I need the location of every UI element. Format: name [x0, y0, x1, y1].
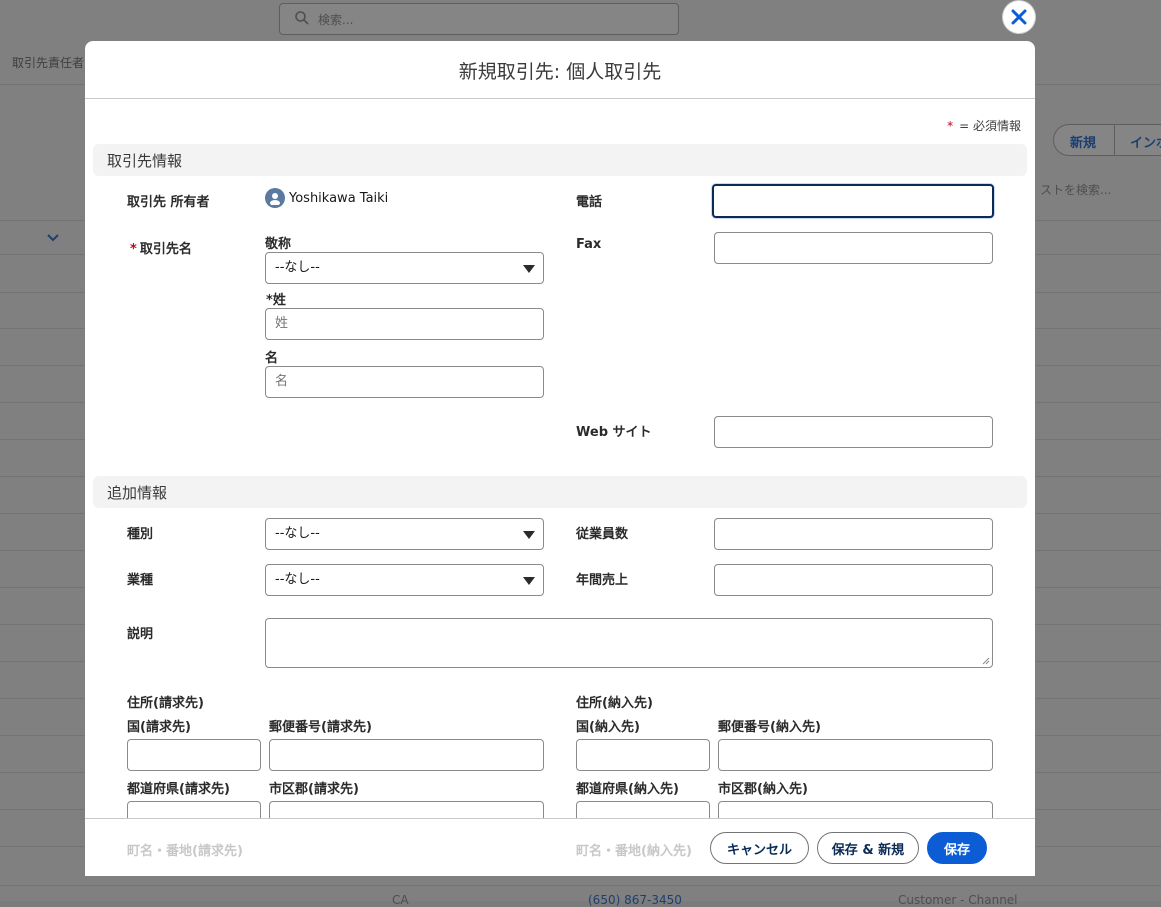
caret-down-icon — [523, 265, 535, 273]
global-search[interactable]: 検索... — [279, 3, 679, 35]
shipping-address-heading: 住所(納入先) — [576, 696, 653, 711]
billing-zip-label: 郵便番号(請求先) — [269, 720, 372, 735]
caret-down-icon — [523, 531, 535, 539]
phone-input[interactable] — [712, 184, 994, 218]
type-select[interactable]: --なし-- — [265, 518, 544, 550]
new-button[interactable]: 新規 — [1070, 132, 1096, 151]
global-header: 検索... — [0, 0, 1161, 42]
shipping-country-label: 国(納入先) — [576, 720, 640, 735]
last-name-label: *姓 — [266, 289, 286, 308]
description-label: 説明 — [127, 627, 154, 642]
chevron-down-icon[interactable] — [46, 228, 60, 247]
shipping-zip-input[interactable] — [718, 739, 993, 771]
website-input[interactable] — [714, 416, 993, 448]
required-star: * — [130, 242, 137, 257]
avatar-icon — [265, 188, 285, 208]
website-label: Web サイト — [576, 425, 652, 440]
last-name-input[interactable]: 姓 — [265, 308, 544, 340]
shipping-city-label: 市区郡(納入先) — [718, 782, 808, 797]
shipping-state-label: 都道府県(納入先) — [576, 782, 679, 797]
background-cell: CA — [392, 893, 409, 907]
revenue-input[interactable] — [714, 564, 993, 596]
shipping-zip-label: 郵便番号(納入先) — [718, 720, 821, 735]
section-title: 取引先情報 — [107, 152, 183, 170]
save-button[interactable]: 保存 — [927, 832, 987, 864]
phone-label: 電話 — [576, 195, 603, 210]
industry-label: 業種 — [127, 573, 154, 588]
type-value: --なし-- — [275, 526, 320, 541]
background-cell: (650) 867-3450 — [588, 893, 682, 907]
divider — [0, 885, 1161, 886]
shipping-country-input[interactable] — [576, 739, 710, 771]
first-name-input[interactable]: 名 — [265, 366, 544, 398]
salutation-label: 敬称 — [265, 237, 292, 252]
fax-input[interactable] — [714, 232, 993, 264]
shipping-street-label: 町名・番地(納入先) — [576, 844, 692, 859]
account-name-label: * 取引先名 — [130, 238, 192, 257]
breadcrumb: 取引先責任者 — [12, 56, 85, 70]
new-account-modal: 新規取引先: 個人取引先 * = 必須情報 取引先情報 取引先 所有者 Yoshi… — [85, 41, 1035, 876]
global-search-placeholder: 検索... — [318, 13, 354, 27]
required-info-note: * = 必須情報 — [947, 117, 1021, 134]
required-note-text: = 必須情報 — [959, 119, 1021, 133]
revenue-label: 年間売上 — [576, 573, 629, 588]
list-button-group: 新規 インポ — [1053, 124, 1161, 156]
close-icon — [1005, 3, 1033, 31]
employees-label: 従業員数 — [576, 527, 629, 542]
required-star: * — [947, 119, 954, 133]
modal-title: 新規取引先: 個人取引先 — [458, 61, 662, 83]
salutation-value: --なし-- — [275, 260, 320, 275]
background-cell: Customer - Channel — [898, 893, 1018, 907]
account-name-label-text: 取引先名 — [139, 242, 192, 257]
billing-country-input[interactable] — [127, 739, 261, 771]
first-name-label: 名 — [265, 351, 279, 366]
owner-value: Yoshikawa Taiki — [265, 188, 388, 208]
billing-zip-input[interactable] — [269, 739, 544, 771]
cancel-button[interactable]: キャンセル — [710, 832, 809, 864]
required-star: * — [266, 293, 273, 308]
save-and-new-button[interactable]: 保存 & 新規 — [817, 832, 919, 864]
list-search-placeholder[interactable]: ストを検索... — [1030, 176, 1161, 204]
fax-label: Fax — [576, 237, 602, 252]
section-title: 追加情報 — [107, 484, 168, 502]
search-icon — [294, 10, 310, 30]
caret-down-icon — [523, 577, 535, 585]
billing-country-label: 国(請求先) — [127, 720, 191, 735]
owner-name[interactable]: Yoshikawa Taiki — [289, 191, 388, 206]
billing-city-label: 市区郡(請求先) — [269, 782, 359, 797]
billing-street-label: 町名・番地(請求先) — [127, 844, 243, 859]
industry-value: --なし-- — [275, 572, 320, 587]
modal-footer: 町名・番地(請求先) 町名・番地(納入先) キャンセル 保存 & 新規 保存 — [85, 818, 1035, 876]
section-additional-info[interactable]: 追加情報 — [93, 476, 1027, 508]
import-button[interactable]: インポ — [1130, 132, 1161, 151]
modal-header: 新規取引先: 個人取引先 — [85, 41, 1035, 99]
description-textarea[interactable] — [265, 618, 993, 668]
billing-state-label: 都道府県(請求先) — [127, 782, 230, 797]
resize-grip-icon[interactable] — [982, 657, 990, 665]
owner-label: 取引先 所有者 — [127, 195, 210, 210]
divider — [1114, 125, 1115, 155]
industry-select[interactable]: --なし-- — [265, 564, 544, 596]
type-label: 種別 — [127, 527, 154, 542]
salutation-select[interactable]: --なし-- — [265, 252, 544, 284]
employees-input[interactable] — [714, 518, 993, 550]
close-modal-button[interactable] — [1003, 1, 1035, 33]
last-name-label-text: 姓 — [272, 293, 286, 308]
billing-address-heading: 住所(請求先) — [127, 696, 204, 711]
section-account-info[interactable]: 取引先情報 — [93, 144, 1027, 176]
